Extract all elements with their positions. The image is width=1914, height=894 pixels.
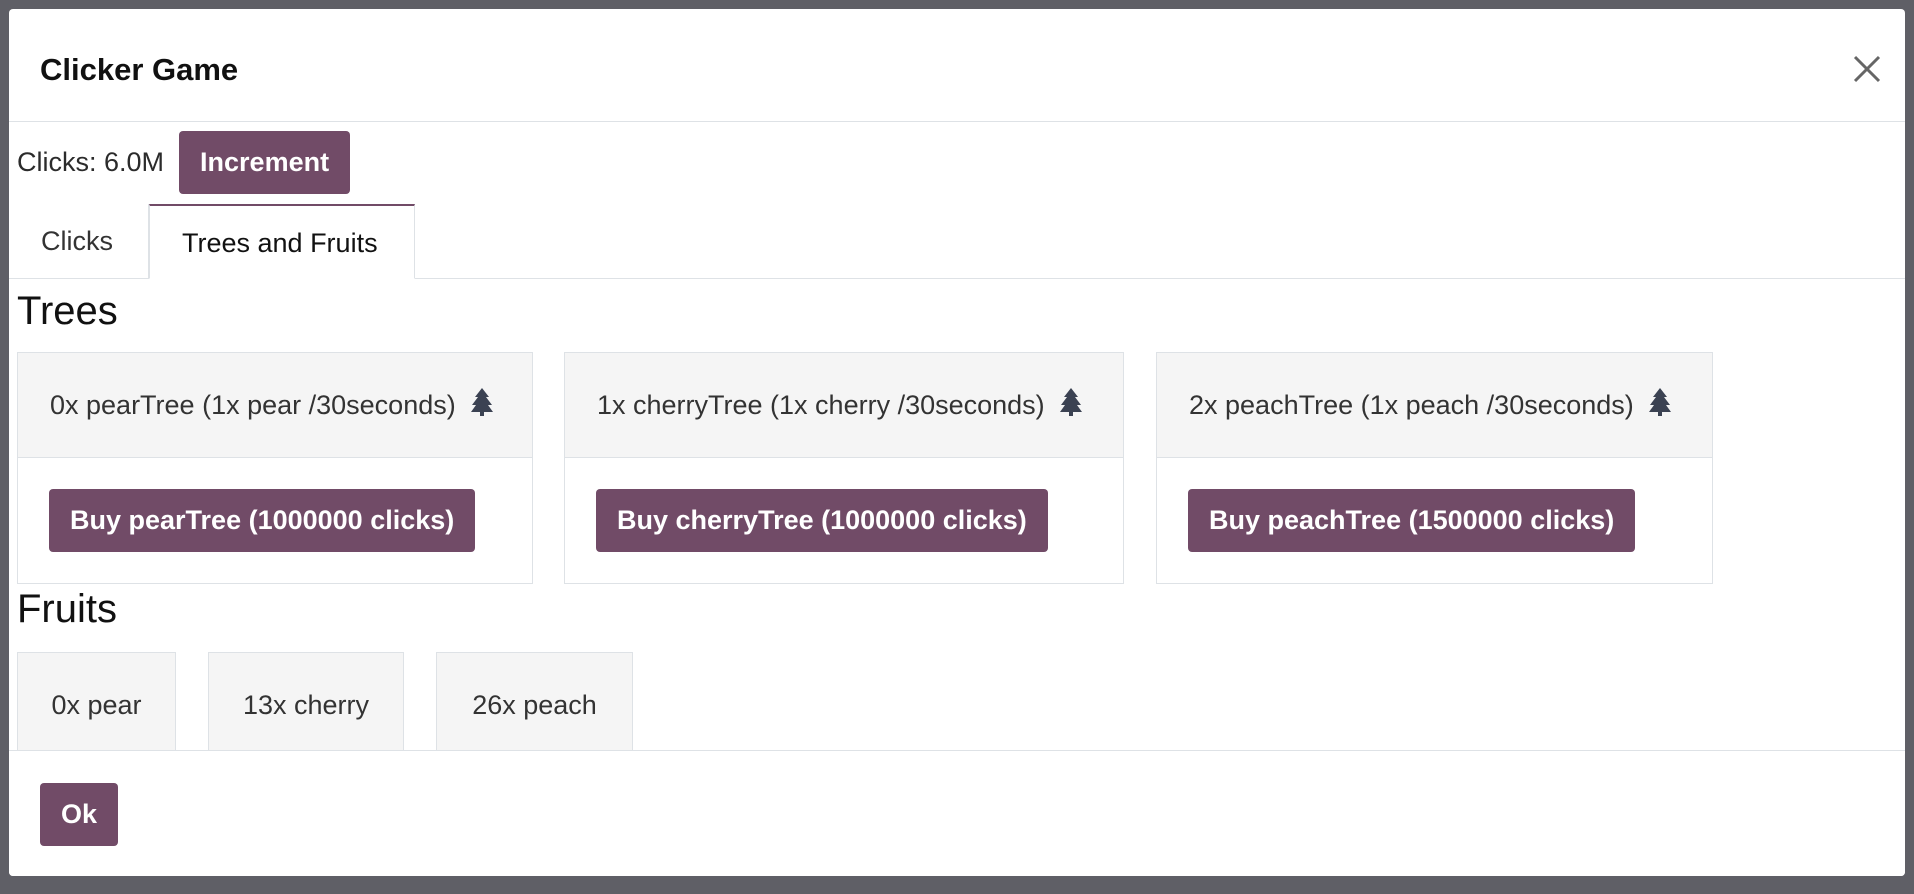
- tree-card-pear: 0x pearTree (1x pear /30seconds) Buy pea…: [17, 352, 533, 584]
- fruit-card-pear: 0x pear: [17, 652, 176, 757]
- tree-label: 2x peachTree (1x peach /30seconds): [1189, 390, 1634, 420]
- tree-card-peach: 2x peachTree (1x peach /30seconds) Buy p…: [1156, 352, 1713, 584]
- modal-footer: Ok: [9, 750, 1905, 876]
- tab-clicks[interactable]: Clicks: [9, 204, 149, 278]
- clicker-game-dialog: Clicker Game Clicks: 6.0M Increment Clic…: [9, 9, 1905, 876]
- buy-pear-tree-button[interactable]: Buy pearTree (1000000 clicks): [49, 489, 476, 552]
- buy-cherry-tree-button[interactable]: Buy cherryTree (1000000 clicks): [596, 489, 1048, 552]
- tree-label: 0x pearTree (1x pear /30seconds): [50, 390, 456, 420]
- tree-card-header: 1x cherryTree (1x cherry /30seconds): [565, 353, 1123, 458]
- buy-peach-tree-button[interactable]: Buy peachTree (1500000 clicks): [1188, 489, 1636, 552]
- tree-icon: [1649, 355, 1672, 459]
- ok-button[interactable]: Ok: [40, 783, 118, 846]
- fruits-heading: Fruits: [17, 587, 117, 631]
- trees-heading: Trees: [17, 289, 118, 333]
- tree-card-header: 0x pearTree (1x pear /30seconds): [18, 353, 532, 458]
- tree-card-header: 2x peachTree (1x peach /30seconds): [1157, 353, 1712, 458]
- fruit-card-peach: 26x peach: [436, 652, 633, 757]
- tab-trees-and-fruits[interactable]: Trees and Fruits: [149, 204, 415, 279]
- modal-title: Clicker Game: [40, 52, 239, 87]
- tree-card-body: Buy cherryTree (1000000 clicks): [565, 458, 1123, 552]
- tree-icon: [471, 355, 494, 459]
- increment-button[interactable]: Increment: [179, 131, 351, 194]
- click-counter: Clicks: 6.0M Increment: [17, 131, 351, 194]
- tree-icon: [1060, 355, 1083, 459]
- fruit-card-cherry: 13x cherry: [208, 652, 404, 757]
- clicks-count: Clicks: 6.0M: [17, 147, 165, 177]
- tree-card-cherry: 1x cherryTree (1x cherry /30seconds) Buy…: [564, 352, 1124, 584]
- modal-header: Clicker Game: [9, 9, 1905, 122]
- modal-body: Clicks: 6.0M Increment Clicks Trees and …: [9, 122, 1905, 757]
- tab-bar: Clicks Trees and Fruits: [9, 204, 1905, 279]
- tree-label: 1x cherryTree (1x cherry /30seconds): [597, 390, 1045, 420]
- close-icon[interactable]: [1847, 49, 1887, 89]
- tree-card-body: Buy peachTree (1500000 clicks): [1157, 458, 1712, 552]
- tree-card-body: Buy pearTree (1000000 clicks): [18, 458, 532, 552]
